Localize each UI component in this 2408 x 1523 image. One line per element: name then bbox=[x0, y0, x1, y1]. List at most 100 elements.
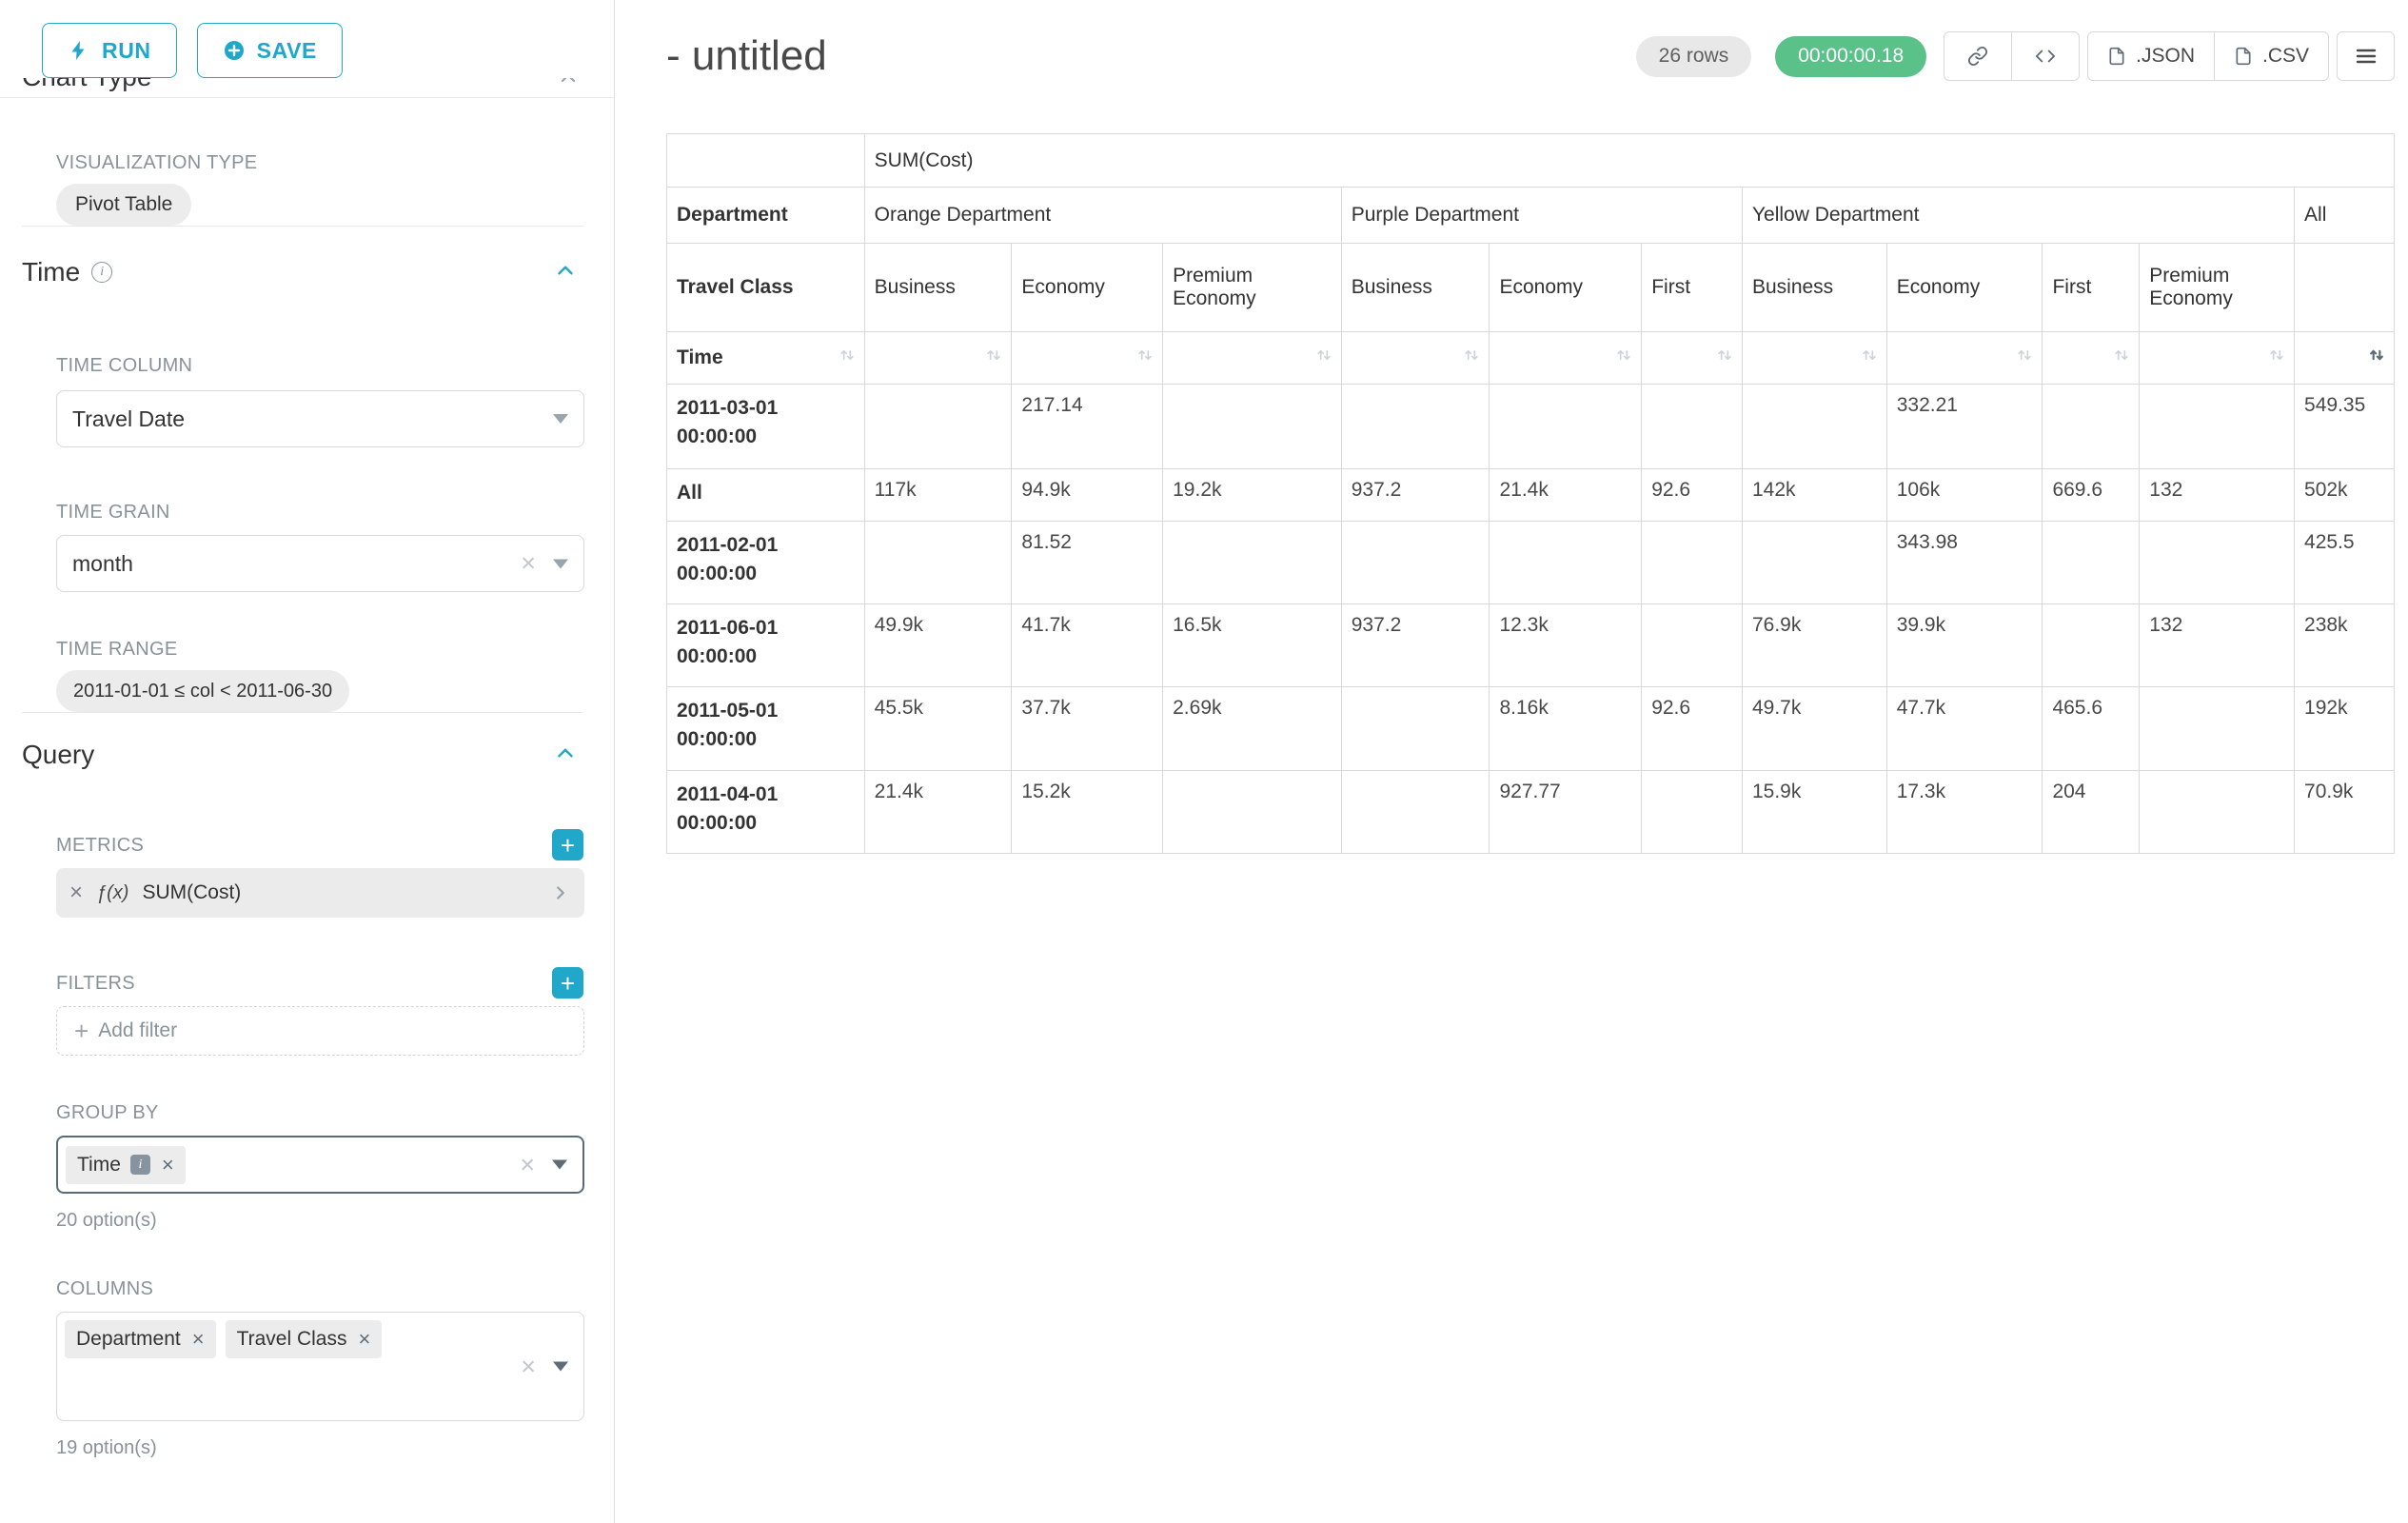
more-menu-button[interactable] bbox=[2337, 31, 2395, 81]
pivot-sort-cell[interactable] bbox=[1163, 332, 1342, 385]
tag-remove-icon[interactable]: × bbox=[192, 1327, 205, 1352]
tag-remove-icon[interactable]: × bbox=[162, 1153, 174, 1177]
pivot-sort-cell[interactable] bbox=[864, 332, 1012, 385]
columns-select[interactable]: Department× Travel Class× × bbox=[56, 1312, 584, 1421]
pivot-value-cell: 204 bbox=[2043, 771, 2140, 854]
time-range-value[interactable]: 2011-01-01 ≤ col < 2011-06-30 bbox=[56, 670, 349, 712]
chevron-right-icon[interactable] bbox=[550, 882, 571, 903]
select-tag[interactable]: Timei× bbox=[66, 1146, 186, 1184]
pivot-value-cell: 2.69k bbox=[1163, 687, 1342, 771]
pivot-value-cell: 39.9k bbox=[1886, 604, 2043, 687]
pivot-value-cell: 238k bbox=[2295, 604, 2395, 687]
select-tag[interactable]: Travel Class× bbox=[226, 1320, 383, 1358]
add-filter-dropzone[interactable]: + Add filter bbox=[56, 1006, 584, 1056]
sort-icon[interactable] bbox=[2367, 346, 2386, 370]
sort-icon[interactable] bbox=[1614, 346, 1633, 370]
pivot-value-cell: 17.3k bbox=[1886, 771, 2043, 854]
pivot-sort-cell[interactable] bbox=[1886, 332, 2043, 385]
time-column-select[interactable]: Travel Date bbox=[56, 390, 584, 447]
sort-icon[interactable] bbox=[1314, 346, 1333, 370]
pivot-value-cell: 19.2k bbox=[1163, 469, 1342, 522]
pivot-value-cell: 549.35 bbox=[2295, 385, 2395, 469]
pivot-value-cell bbox=[1163, 522, 1342, 604]
chevron-up-icon[interactable] bbox=[553, 741, 578, 770]
caret-down-icon bbox=[553, 559, 568, 568]
run-button[interactable]: RUN bbox=[42, 23, 177, 78]
pivot-column-header: Business bbox=[1341, 244, 1490, 332]
sort-icon[interactable] bbox=[2267, 346, 2286, 370]
embed-code-button[interactable] bbox=[2011, 31, 2080, 81]
chart-panel: - untitled 26 rows 00:00:00.18 bbox=[615, 0, 2408, 1523]
pivot-row: 2011-05-01 00:00:0045.5k37.7k2.69k8.16k9… bbox=[667, 687, 2395, 771]
pivot-column-group: All bbox=[2295, 188, 2395, 244]
pivot-value-cell bbox=[1341, 522, 1490, 604]
group-by-select[interactable]: Timei× × bbox=[56, 1136, 584, 1194]
pivot-column-group: Yellow Department bbox=[1742, 188, 2294, 244]
visualization-type-label: VISUALIZATION TYPE bbox=[56, 151, 583, 174]
save-button[interactable]: SAVE bbox=[197, 23, 343, 78]
time-grain-label: TIME GRAIN bbox=[56, 501, 583, 524]
add-metric-button[interactable]: + bbox=[552, 829, 583, 860]
caret-down-icon bbox=[553, 414, 568, 424]
chevron-up-icon[interactable] bbox=[557, 78, 580, 94]
filters-label: FILTERS bbox=[56, 972, 135, 995]
pivot-axis-time[interactable]: Time bbox=[667, 332, 865, 385]
chevron-up-icon[interactable] bbox=[553, 258, 578, 287]
pivot-row: 2011-03-01 00:00:00217.14332.21549.35 bbox=[667, 385, 2395, 469]
sort-icon[interactable] bbox=[2015, 346, 2034, 370]
pivot-value-cell: 117k bbox=[864, 469, 1012, 522]
pivot-value-cell bbox=[1642, 522, 1743, 604]
sort-icon[interactable] bbox=[1135, 346, 1155, 370]
copy-link-button[interactable] bbox=[1944, 31, 2012, 81]
pivot-value-cell bbox=[1642, 604, 1743, 687]
add-filter-button[interactable]: + bbox=[552, 967, 583, 999]
divider bbox=[0, 97, 614, 98]
tag-remove-icon[interactable]: × bbox=[359, 1327, 371, 1352]
pivot-value-cell: 425.5 bbox=[2295, 522, 2395, 604]
chart-type-section-header: Chart Type bbox=[0, 78, 614, 97]
clear-icon[interactable]: × bbox=[521, 551, 536, 577]
time-section-title: Time bbox=[22, 257, 80, 287]
menu-button-group bbox=[2337, 31, 2395, 81]
sort-icon[interactable] bbox=[1860, 346, 1879, 370]
visualization-type-value[interactable]: Pivot Table bbox=[56, 184, 191, 226]
sort-icon[interactable] bbox=[2112, 346, 2131, 370]
pivot-sort-cell[interactable] bbox=[1012, 332, 1163, 385]
chart-title[interactable]: - untitled bbox=[666, 32, 827, 80]
clear-icon[interactable]: × bbox=[521, 1354, 536, 1379]
time-grain-select[interactable]: month × bbox=[56, 535, 584, 592]
file-icon bbox=[2107, 47, 2126, 66]
remove-metric-icon[interactable]: × bbox=[69, 880, 83, 906]
sort-icon[interactable] bbox=[984, 346, 1003, 370]
pivot-sort-cell[interactable] bbox=[1642, 332, 1743, 385]
pivot-column-header: Economy bbox=[1012, 244, 1163, 332]
time-section-header[interactable]: Time i bbox=[22, 251, 583, 293]
pivot-sort-cell[interactable] bbox=[1742, 332, 1886, 385]
pivot-value-cell bbox=[2140, 385, 2295, 469]
pivot-value-cell: 217.14 bbox=[1012, 385, 1163, 469]
clear-icon[interactable]: × bbox=[520, 1152, 535, 1177]
export-json-button[interactable]: .JSON bbox=[2087, 31, 2215, 81]
pivot-sort-cell[interactable] bbox=[2140, 332, 2295, 385]
pivot-row-label: 2011-02-01 00:00:00 bbox=[667, 522, 865, 604]
pivot-sort-cell[interactable] bbox=[1490, 332, 1642, 385]
metric-option[interactable]: × ƒ(x) SUM(Cost) bbox=[56, 868, 584, 918]
sort-icon[interactable] bbox=[838, 346, 857, 370]
export-csv-button[interactable]: .CSV bbox=[2214, 31, 2329, 81]
pivot-value-cell bbox=[2140, 771, 2295, 854]
pivot-value-cell: 12.3k bbox=[1490, 604, 1642, 687]
pivot-sort-cell[interactable] bbox=[2295, 332, 2395, 385]
pivot-column-header: Economy bbox=[1490, 244, 1642, 332]
pivot-value-cell bbox=[1490, 385, 1642, 469]
sort-icon[interactable] bbox=[1462, 346, 1481, 370]
pivot-value-cell: 47.7k bbox=[1886, 687, 2043, 771]
pivot-value-cell bbox=[1642, 771, 1743, 854]
pivot-sort-cell[interactable] bbox=[2043, 332, 2140, 385]
pivot-value-cell: 81.52 bbox=[1012, 522, 1163, 604]
metric-name: SUM(Cost) bbox=[142, 881, 241, 904]
select-tag[interactable]: Department× bbox=[65, 1320, 216, 1358]
pivot-sort-cell[interactable] bbox=[1341, 332, 1490, 385]
pivot-value-cell bbox=[2043, 385, 2140, 469]
sort-icon[interactable] bbox=[1715, 346, 1734, 370]
query-section-header[interactable]: Query bbox=[22, 734, 583, 776]
